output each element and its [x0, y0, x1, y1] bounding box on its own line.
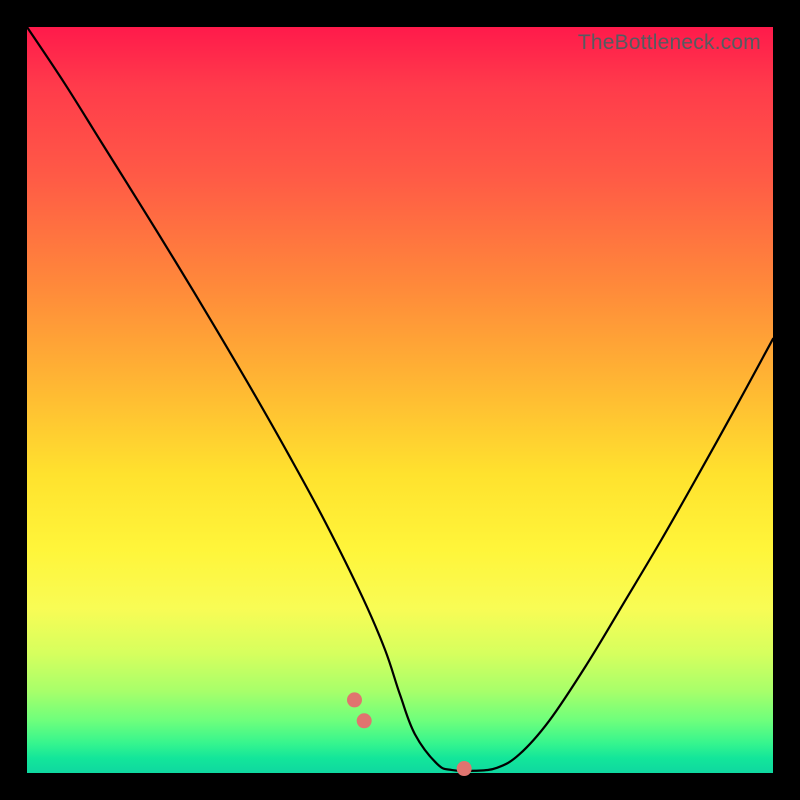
curve-markers: [340, 669, 530, 776]
chart-frame: TheBottleneck.com: [0, 0, 800, 800]
curve-marker-pill: [374, 739, 387, 758]
curve-marker-pill: [486, 756, 501, 764]
plot-area: TheBottleneck.com: [27, 27, 773, 773]
curve-marker-pill: [340, 669, 344, 682]
curve-marker: [347, 692, 362, 707]
bottleneck-chart-svg: [27, 27, 773, 773]
bottleneck-curve: [27, 27, 773, 771]
curve-marker: [457, 761, 472, 776]
curve-marker: [357, 713, 372, 728]
